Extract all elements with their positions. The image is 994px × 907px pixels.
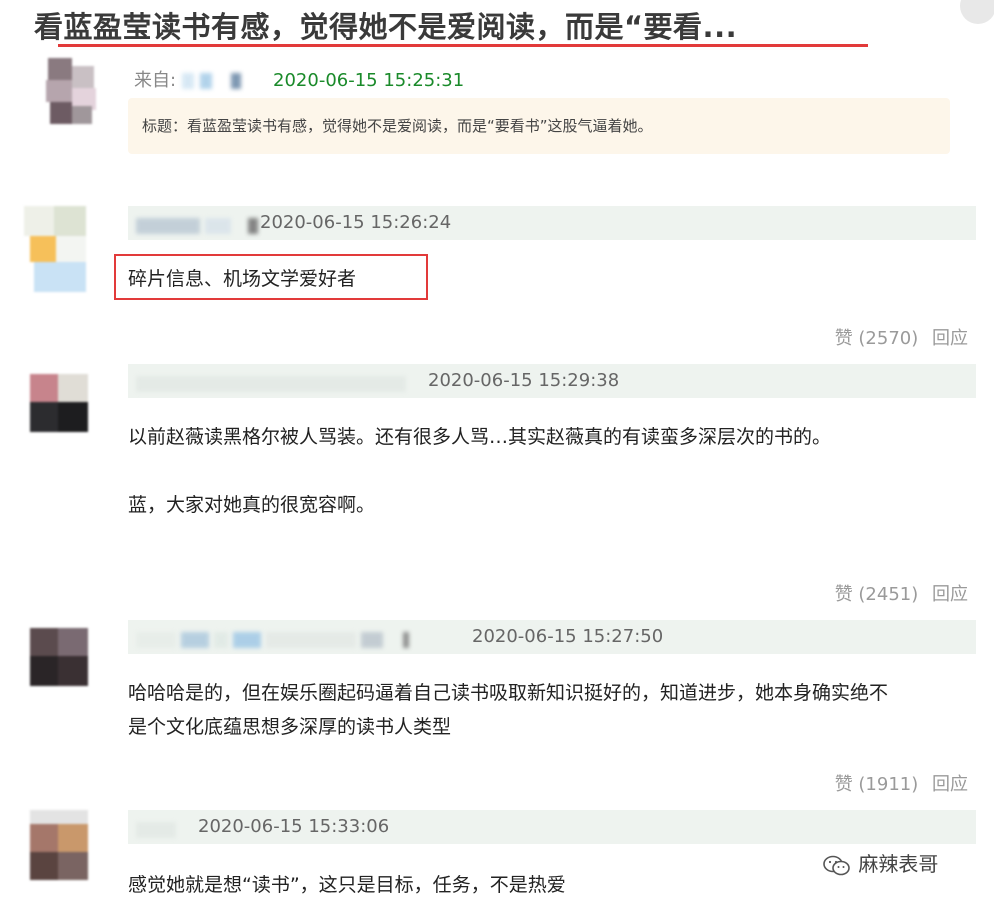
comment-text: 哈哈哈是的，但在娱乐圈起码逼着自己读书吸取新知识挺好的，知道进步，她本身确实绝不 [128,682,889,704]
comment-actions: 赞 (1911) 回应 [827,770,968,796]
avatar[interactable] [24,364,90,434]
highlight-box [114,254,428,300]
title-underline [58,44,868,47]
comment-actions: 赞 (2451) 回应 [827,580,968,606]
avatar[interactable] [24,620,90,688]
blurred-username[interactable] [136,629,409,648]
post-timestamp: 2020-06-15 15:25:31 [273,70,465,91]
comment-text: 蓝，大家对她真的很宽容啊。 [128,494,376,516]
comment-meta: 2020-06-15 15:27:50 [128,620,976,654]
like-button[interactable]: 赞 (2570) [835,328,919,349]
post-title-box: 标题：看蓝盈莹读书有感，觉得她不是爱阅读，而是“要看书”这股气逼着她。 [128,98,950,154]
original-post: 来自: 2020-06-15 15:25:31 标题：看蓝盈莹读书有感，觉得她不… [36,58,976,168]
comment-timestamp: 2020-06-15 15:26:24 [260,212,452,233]
reply-button[interactable]: 回应 [932,774,968,795]
watermark-text: 麻辣表哥 [858,852,939,876]
comment-text: 是个文化底蕴思想多深厚的读书人类型 [128,716,452,738]
reply-button[interactable]: 回应 [932,584,968,605]
from-label: 来自: [134,70,177,91]
wechat-icon [823,855,850,875]
blurred-username[interactable] [136,215,259,234]
comment-meta: 2020-06-15 15:29:38 [128,364,976,398]
page-title: 看蓝盈莹读书有感，觉得她不是爱阅读，而是“要看... [34,10,738,44]
blurred-username[interactable] [181,73,194,89]
comment-timestamp: 2020-06-15 15:29:38 [428,370,620,391]
avatar[interactable] [24,206,86,292]
watermark: 麻辣表哥 [822,848,938,878]
comment-item: 2020-06-15 15:26:24 碎片信息、机场文学爱好者 赞 (2570… [24,206,976,356]
comment-timestamp: 2020-06-15 15:27:50 [472,626,664,647]
avatar[interactable] [36,58,98,124]
comment-timestamp: 2020-06-15 15:33:06 [198,816,390,837]
like-button[interactable]: 赞 (1911) [835,774,919,795]
comment-meta: 2020-06-15 15:33:06 [128,810,976,844]
comment-actions: 赞 (2570) 回应 [827,324,968,350]
comment-text: 以前赵薇读黑格尔被人骂装。还有很多人骂…其实赵薇真的有读蛮多深层次的书的。 [128,426,832,448]
like-button[interactable]: 赞 (2451) [835,584,919,605]
post-title-text: 标题：看蓝盈莹读书有感，觉得她不是爱阅读，而是“要看书”这股气逼着她。 [142,117,653,135]
corner-decoration [960,0,994,24]
avatar[interactable] [24,810,90,882]
post-meta: 来自: 2020-06-15 15:25:31 [134,66,464,92]
blurred-username[interactable] [136,819,176,838]
blurred-username[interactable] [136,373,406,392]
reply-button[interactable]: 回应 [932,328,968,349]
comment-item: 2020-06-15 15:29:38 以前赵薇读黑格尔被人骂装。还有很多人骂…… [24,364,976,608]
comment-item: 2020-06-15 15:27:50 哈哈哈是的，但在娱乐圈起码逼着自己读书吸… [24,620,976,802]
comment-text: 感觉她就是想“读书”，这只是目标，任务，不是热爱 [128,874,566,896]
comment-meta: 2020-06-15 15:26:24 [128,206,976,240]
